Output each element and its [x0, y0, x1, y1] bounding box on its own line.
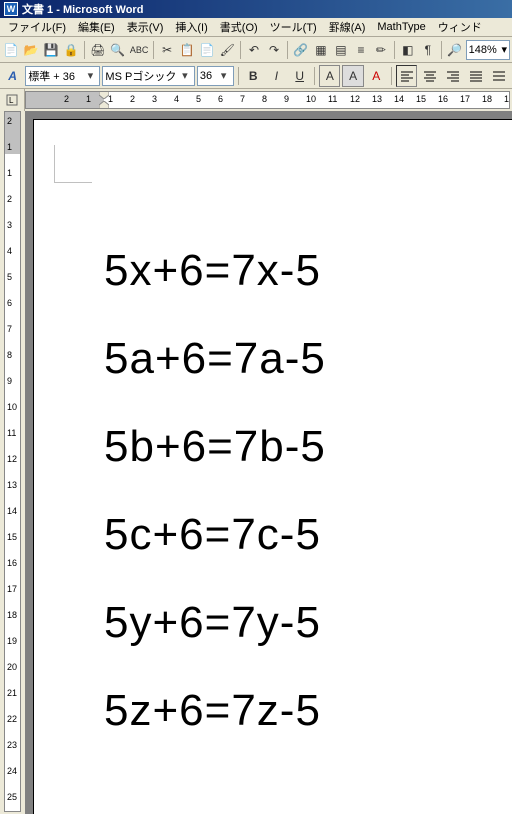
open-icon[interactable]: 📂 [22, 39, 40, 61]
separator [84, 41, 85, 59]
char-shading-button[interactable]: A [342, 65, 363, 87]
menu-format[interactable]: 書式(O) [214, 18, 264, 36]
font-size-value: 36 [200, 70, 212, 82]
menu-insert[interactable]: 挿入(I) [169, 18, 213, 36]
undo-icon[interactable]: ↶ [245, 39, 263, 61]
paste-icon[interactable]: 📄 [198, 39, 216, 61]
app-icon: W [4, 2, 18, 16]
menu-mathtype[interactable]: MathType [371, 20, 431, 34]
separator [314, 67, 315, 85]
chevron-down-icon: ▾ [502, 43, 508, 56]
hyperlink-icon[interactable]: 🔗 [292, 39, 310, 61]
separator [153, 41, 154, 59]
separator [238, 67, 239, 85]
align-justify-icon[interactable] [466, 65, 487, 87]
research-icon[interactable]: 🔎 [446, 39, 464, 61]
window-title: 文書 1 - Microsoft Word [22, 1, 143, 17]
vertical-ruler[interactable]: 2112345678910111213141516171819202122232… [4, 111, 21, 812]
spellcheck-icon[interactable]: ABC [129, 39, 150, 61]
distribute-icon[interactable] [489, 65, 510, 87]
zoom-combo[interactable]: 148% ▾ [466, 40, 510, 60]
horizontal-ruler[interactable]: 211234567891011121314151617181920 [25, 91, 510, 109]
styles-icon[interactable]: A [2, 65, 23, 87]
menu-edit[interactable]: 編集(E) [72, 18, 121, 36]
equation-line[interactable]: 5x+6=7x-5 [104, 246, 512, 296]
chevron-down-icon: ▾ [217, 69, 231, 82]
separator [394, 41, 395, 59]
drawing-icon[interactable]: ✏ [372, 39, 390, 61]
menu-file[interactable]: ファイル(F) [2, 18, 72, 36]
italic-button[interactable]: I [266, 65, 287, 87]
chevron-down-icon: ▾ [178, 69, 192, 82]
align-center-icon[interactable] [419, 65, 440, 87]
menu-tools[interactable]: ツール(T) [264, 18, 323, 36]
workspace: 2112345678910111213141516171819202122232… [0, 111, 512, 814]
font-color-button[interactable]: A [366, 65, 387, 87]
menu-view[interactable]: 表示(V) [121, 18, 170, 36]
underline-button[interactable]: U [289, 65, 310, 87]
ruler-corner: L [0, 89, 25, 111]
page[interactable]: 5x+6=7x-5 5a+6=7a-5 5b+6=7b-5 5c+6=7c-5 … [33, 119, 512, 814]
separator [391, 67, 392, 85]
permission-icon[interactable]: 🔒 [62, 39, 80, 61]
align-left-icon[interactable] [396, 65, 417, 87]
vertical-ruler-area: 2112345678910111213141516171819202122232… [0, 111, 25, 814]
copy-icon[interactable]: 📋 [178, 39, 196, 61]
cut-icon[interactable]: ✂ [158, 39, 176, 61]
separator [240, 41, 241, 59]
equation-line[interactable]: 5a+6=7a-5 [104, 334, 512, 384]
format-painter-icon[interactable]: 🖌 [218, 39, 236, 61]
formatting-toolbar: A 標準 + 36 ▾ MS Pゴシック ▾ 36 ▾ B I U A A A [0, 63, 512, 89]
style-combo[interactable]: 標準 + 36 ▾ [25, 66, 100, 86]
title-bar: W 文書 1 - Microsoft Word [0, 0, 512, 18]
menu-bar: ファイル(F) 編集(E) 表示(V) 挿入(I) 書式(O) ツール(T) 罫… [0, 18, 512, 37]
menu-ruler[interactable]: 罫線(A) [323, 18, 372, 36]
redo-icon[interactable]: ↷ [265, 39, 283, 61]
tables-borders-icon[interactable]: ▦ [312, 39, 330, 61]
print-icon[interactable]: 🖨 [89, 39, 107, 61]
standard-toolbar: 📄 📂 💾 🔒 🖨 🔍 ABC ✂ 📋 📄 🖌 ↶ ↷ 🔗 ▦ ▤ ≡ ✏ ◧ … [0, 37, 512, 63]
document-map-icon[interactable]: ◧ [399, 39, 417, 61]
horizontal-ruler-area: L 211234567891011121314151617181920 [0, 89, 512, 111]
margin-corner [54, 145, 92, 183]
equation-line[interactable]: 5b+6=7b-5 [104, 422, 512, 472]
separator [287, 41, 288, 59]
insert-table-icon[interactable]: ▤ [332, 39, 350, 61]
save-icon[interactable]: 💾 [42, 39, 60, 61]
font-size-combo[interactable]: 36 ▾ [197, 66, 234, 86]
show-hide-icon[interactable]: ¶ [419, 39, 437, 61]
bold-button[interactable]: B [243, 65, 264, 87]
equation-line[interactable]: 5z+6=7z-5 [104, 686, 512, 736]
svg-text:L: L [9, 96, 14, 105]
columns-icon[interactable]: ≡ [352, 39, 370, 61]
document-area[interactable]: 5x+6=7x-5 5a+6=7a-5 5b+6=7b-5 5c+6=7c-5 … [25, 111, 512, 814]
equation-line[interactable]: 5y+6=7y-5 [104, 598, 512, 648]
separator [441, 41, 442, 59]
char-border-button[interactable]: A [319, 65, 340, 87]
font-combo[interactable]: MS Pゴシック ▾ [102, 66, 195, 86]
chevron-down-icon: ▾ [83, 69, 97, 82]
zoom-value: 148% [469, 44, 497, 56]
style-value: 標準 + 36 [28, 68, 75, 84]
new-doc-icon[interactable]: 📄 [2, 39, 20, 61]
align-right-icon[interactable] [442, 65, 463, 87]
font-value: MS Pゴシック [105, 68, 176, 84]
menu-window[interactable]: ウィンド [432, 18, 488, 36]
print-preview-icon[interactable]: 🔍 [109, 39, 127, 61]
equation-line[interactable]: 5c+6=7c-5 [104, 510, 512, 560]
